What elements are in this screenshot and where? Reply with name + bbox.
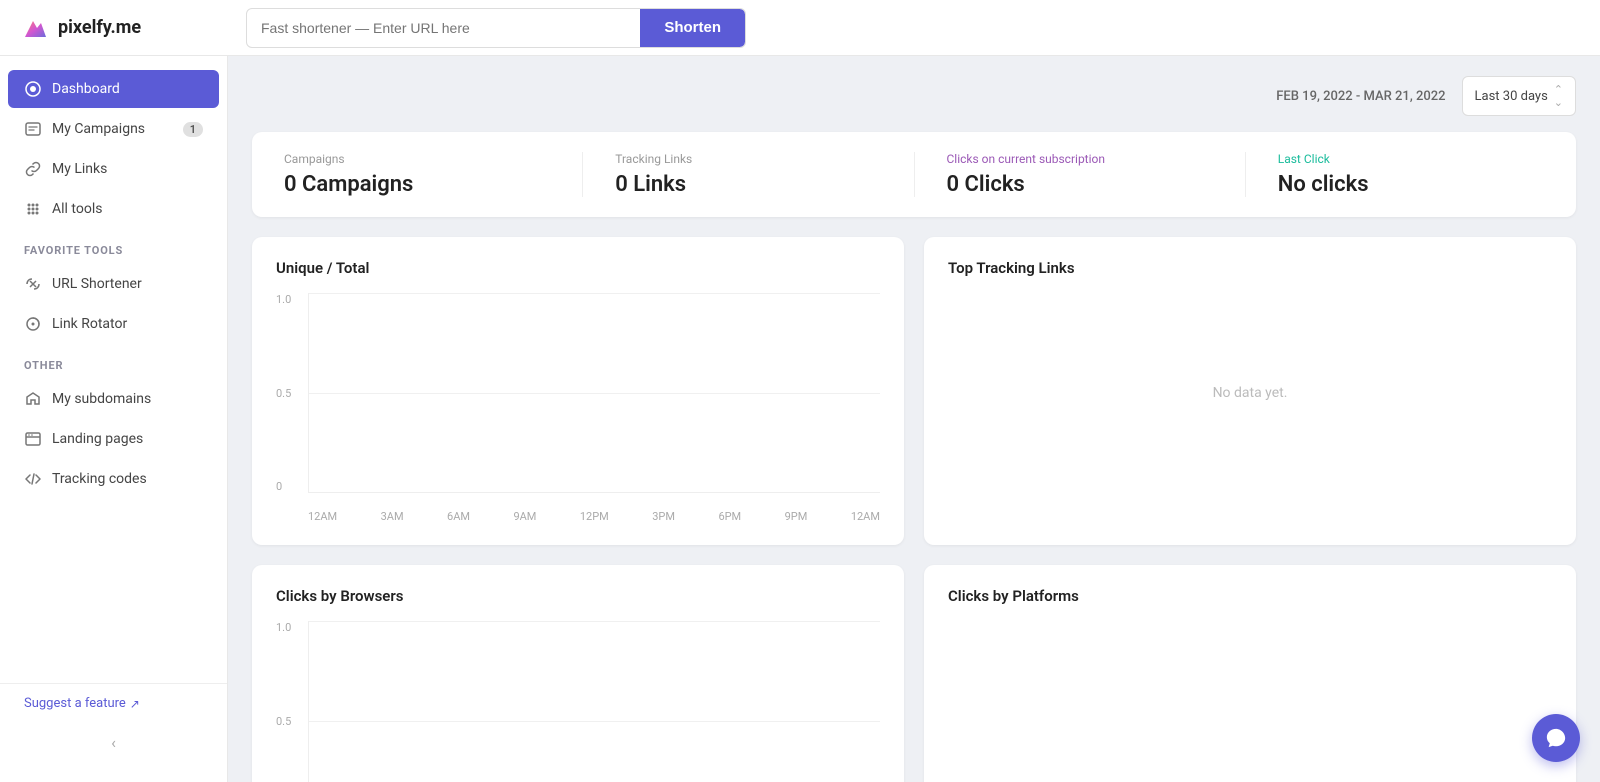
stat-links-label: Tracking Links <box>615 152 881 166</box>
url-input-wrapper: Shorten <box>246 8 746 48</box>
tracking-codes-icon <box>24 470 42 488</box>
sidebar-item-tracking-codes[interactable]: Tracking codes <box>8 460 219 498</box>
links-icon <box>24 160 42 178</box>
sidebar-tracking-codes-label: Tracking codes <box>52 471 147 487</box>
stat-lastclick-label: Last Click <box>1278 152 1544 166</box>
url-shortener-icon <box>24 275 42 293</box>
landing-pages-icon <box>24 430 42 448</box>
chart-unique-total: Unique / Total 1.0 0.5 0 12AM 3AM 6AM <box>252 237 904 545</box>
stat-campaigns-value: 0 Campaigns <box>284 172 550 197</box>
stat-clicks-value: 0 Clicks <box>947 172 1213 197</box>
grid-line-top-b <box>309 621 880 622</box>
chart-clicks-by-platforms: Clicks by Platforms <box>924 565 1576 782</box>
campaigns-badge: 1 <box>183 122 203 137</box>
suggest-feature-link[interactable]: Suggest a feature ↗ <box>24 696 203 711</box>
sidebar-alltools-label: All tools <box>52 201 102 217</box>
sidebar-item-landing-pages[interactable]: Landing pages <box>8 420 219 458</box>
stat-links-value: 0 Links <box>615 172 881 197</box>
dashboard-icon <box>24 80 42 98</box>
sidebar-landing-pages-label: Landing pages <box>52 431 143 447</box>
chart-platforms-title: Clicks by Platforms <box>948 587 1552 605</box>
chart-y-axis: 1.0 0.5 0 <box>276 293 291 493</box>
chart-browsers-title: Clicks by Browsers <box>276 587 880 605</box>
stat-last-click: Last Click No clicks <box>1246 152 1576 197</box>
chart-browsers-y-axis: 1.0 0.5 0 <box>276 621 291 782</box>
sidebar-dashboard-label: Dashboard <box>52 81 120 97</box>
chart-plot <box>308 293 880 493</box>
chart-clicks-by-browsers: Clicks by Browsers 1.0 0.5 0 <box>252 565 904 782</box>
sidebar-links-label: My Links <box>52 161 107 177</box>
stats-row: Campaigns 0 Campaigns Tracking Links 0 L… <box>252 132 1576 217</box>
date-header: FEB 19, 2022 - MAR 21, 2022 Last 30 days… <box>252 76 1576 116</box>
grid-line-mid-b <box>309 721 880 722</box>
chat-bubble[interactable] <box>1532 714 1580 762</box>
charts-grid: Unique / Total 1.0 0.5 0 12AM 3AM 6AM <box>252 237 1576 782</box>
favorite-tools-title: FAVORITE TOOLS <box>0 230 227 263</box>
chevron-icon: ⌃⌄ <box>1554 83 1563 109</box>
sidebar-url-shortener-label: URL Shortener <box>52 276 142 292</box>
stat-tracking-links: Tracking Links 0 Links <box>583 152 914 197</box>
top-tracking-links-nodata: No data yet. <box>948 293 1552 493</box>
stat-lastclick-value: No clicks <box>1278 172 1544 197</box>
chart-browsers-area: 1.0 0.5 0 <box>276 621 880 782</box>
logo-text: pixelfy.me <box>58 17 141 38</box>
sidebar-item-links[interactable]: My Links <box>8 150 219 188</box>
chart-top-tracking-links-title: Top Tracking Links <box>948 259 1552 277</box>
sidebar-item-link-rotator[interactable]: Link Rotator <box>8 305 219 343</box>
suggest-label: Suggest a feature <box>24 696 126 711</box>
topbar: pixelfy.me Shorten <box>0 0 1600 56</box>
sidebar-item-alltools[interactable]: All tools <box>8 190 219 228</box>
sidebar-item-dashboard[interactable]: Dashboard <box>8 70 219 108</box>
chart-unique-total-area: 1.0 0.5 0 12AM 3AM 6AM 9AM 12PM 3P <box>276 293 880 523</box>
chart-x-labels: 12AM 3AM 6AM 9AM 12PM 3PM 6PM 9PM 12AM <box>308 510 880 523</box>
sidebar-subdomains-label: My subdomains <box>52 391 151 407</box>
stat-campaigns: Campaigns 0 Campaigns <box>252 152 583 197</box>
url-input[interactable] <box>247 9 640 47</box>
sidebar-nav: Dashboard My Campaigns 1 My Links Al <box>0 56 227 683</box>
main-layout: Dashboard My Campaigns 1 My Links Al <box>0 56 1600 782</box>
campaigns-icon <box>24 120 42 138</box>
sidebar: Dashboard My Campaigns 1 My Links Al <box>0 56 228 782</box>
alltools-icon <box>24 200 42 218</box>
sidebar-item-url-shortener[interactable]: URL Shortener <box>8 265 219 303</box>
stat-campaigns-label: Campaigns <box>284 152 550 166</box>
y-label-top: 1.0 <box>276 293 291 306</box>
external-link-icon: ↗ <box>130 697 140 711</box>
grid-line-top <box>309 293 880 294</box>
subdomains-icon <box>24 390 42 408</box>
collapse-icon: ‹ <box>111 733 116 752</box>
logo-icon <box>20 13 50 43</box>
date-selector-label: Last 30 days <box>1475 89 1548 104</box>
y-label-mid: 0.5 <box>276 387 291 400</box>
sidebar-link-rotator-label: Link Rotator <box>52 316 127 332</box>
date-selector[interactable]: Last 30 days ⌃⌄ <box>1462 76 1576 116</box>
y-label-bot: 0 <box>276 480 291 493</box>
main-content: FEB 19, 2022 - MAR 21, 2022 Last 30 days… <box>228 56 1600 782</box>
chart-top-tracking-links: Top Tracking Links No data yet. <box>924 237 1576 545</box>
stat-clicks: Clicks on current subscription 0 Clicks <box>915 152 1246 197</box>
date-range-text: FEB 19, 2022 - MAR 21, 2022 <box>1276 89 1445 104</box>
collapse-sidebar-button[interactable]: ‹ <box>0 723 227 762</box>
logo: pixelfy.me <box>20 13 230 43</box>
stat-clicks-label: Clicks on current subscription <box>947 152 1213 166</box>
shorten-button[interactable]: Shorten <box>640 9 745 47</box>
grid-line-mid <box>309 393 880 394</box>
sidebar-item-subdomains[interactable]: My subdomains <box>8 380 219 418</box>
chart-browsers-plot <box>308 621 880 782</box>
sidebar-campaigns-label: My Campaigns <box>52 121 145 137</box>
chart-unique-total-title: Unique / Total <box>276 259 880 277</box>
sidebar-footer: Suggest a feature ↗ <box>0 683 227 723</box>
other-title: OTHER <box>0 345 227 378</box>
sidebar-item-campaigns[interactable]: My Campaigns 1 <box>8 110 219 148</box>
link-rotator-icon <box>24 315 42 333</box>
